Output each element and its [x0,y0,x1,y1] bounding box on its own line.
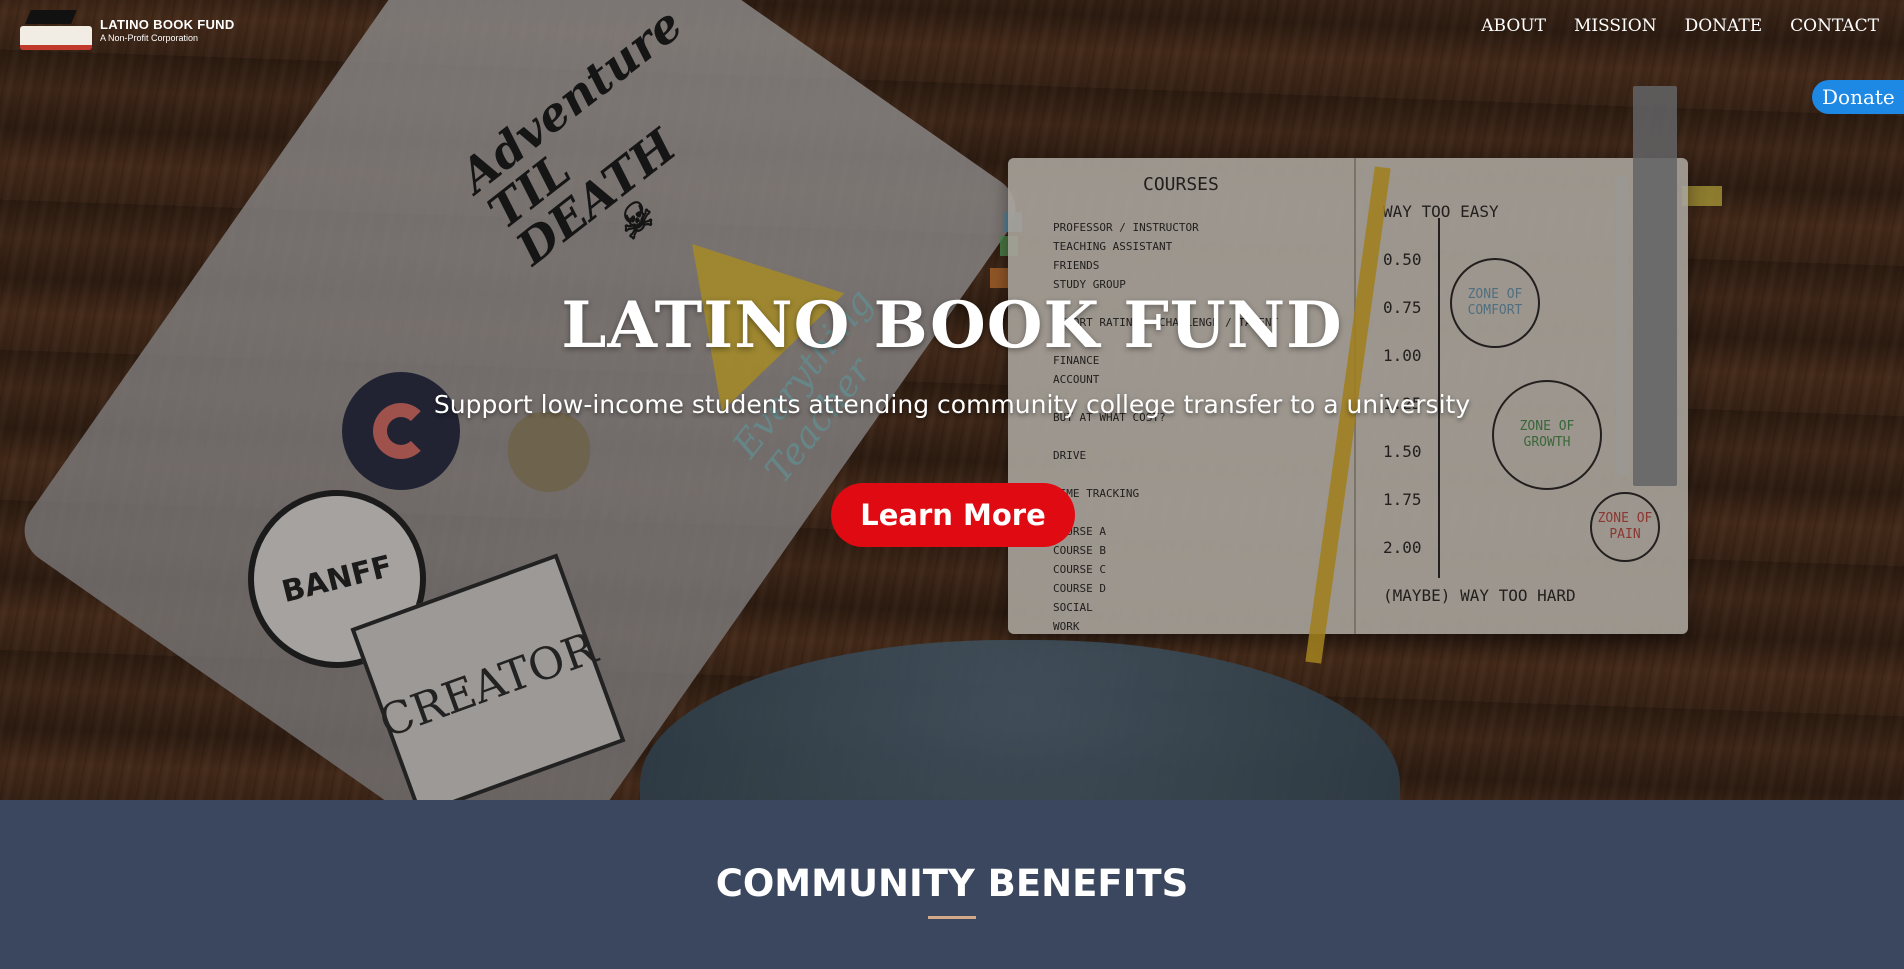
nav-donate[interactable]: DONATE [1685,16,1763,36]
community-benefits-section: COMMUNITY BENEFITS [0,800,1904,969]
logo-title: LATINO BOOK FUND [100,17,235,32]
benefits-title: COMMUNITY BENEFITS [715,862,1189,905]
hero-subtitle: Support low-income students attending co… [433,390,1471,419]
mortarboard-icon [25,10,77,24]
logo-text: LATINO BOOK FUND A Non-Profit Corporatio… [100,17,235,43]
learn-more-button[interactable]: Learn More [831,483,1075,547]
nav-about[interactable]: ABOUT [1481,16,1546,36]
main-nav: ABOUT MISSION DONATE CONTACT [1481,16,1879,36]
nav-mission[interactable]: MISSION [1574,16,1657,36]
hero-content: LATINO BOOK FUND Support low-income stud… [0,0,1904,800]
hero-section: Adventure TIL DEATH ☠ BANFF CREATOR Ever… [0,0,1904,800]
title-underline [928,916,976,919]
book-icon [20,26,92,50]
floating-donate-button[interactable]: Donate [1812,80,1904,114]
site-header: LATINO BOOK FUND A Non-Profit Corporatio… [0,0,1904,60]
logo-subtitle: A Non-Profit Corporation [100,33,199,43]
graduation-cap-book-icon [16,8,92,52]
nav-contact[interactable]: CONTACT [1790,16,1879,36]
site-logo[interactable]: LATINO BOOK FUND A Non-Profit Corporatio… [16,8,235,52]
hero-title: LATINO BOOK FUND [561,288,1343,363]
